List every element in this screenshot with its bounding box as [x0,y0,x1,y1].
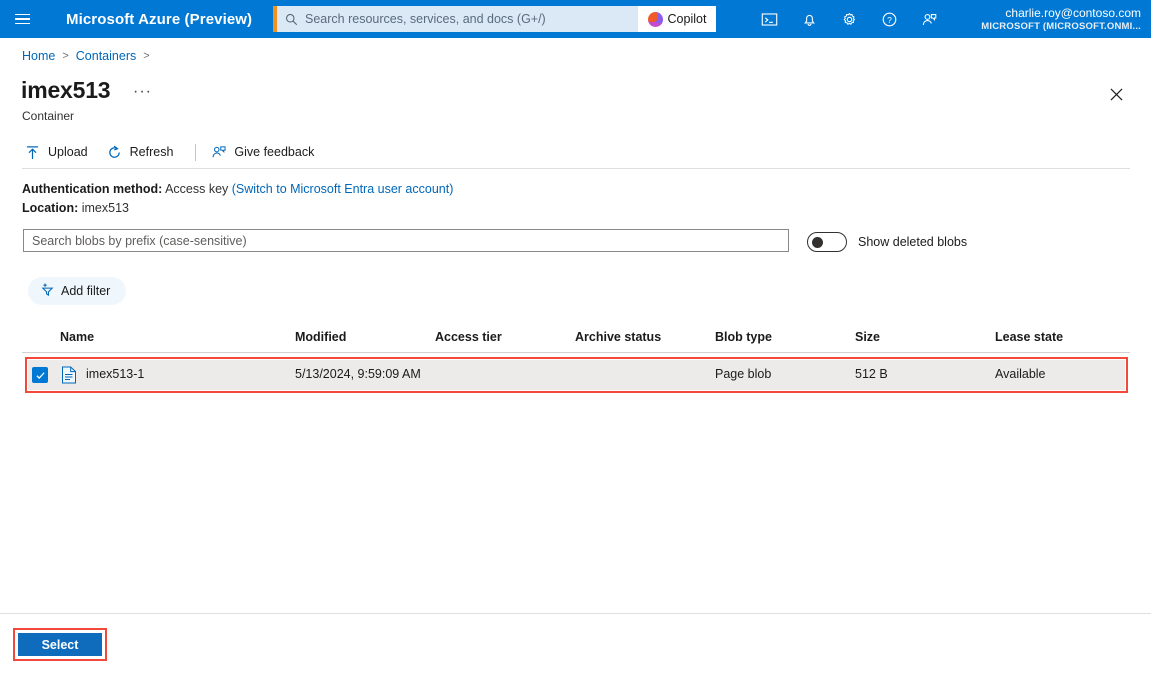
feedback-person-icon[interactable] [909,0,949,38]
account-email: charlie.roy@contoso.com [1005,6,1141,21]
give-feedback-button[interactable]: Give feedback [208,142,324,162]
column-header-modified[interactable]: Modified [295,330,346,344]
copilot-icon [647,11,663,27]
breadcrumb-item-home[interactable]: Home [22,49,55,63]
command-bar-divider [195,143,197,161]
column-header-size[interactable]: Size [855,330,880,344]
blob-prefix-search-input[interactable] [23,229,789,252]
global-search-container: Copilot [273,6,716,32]
top-navigation-bar: Microsoft Azure (Preview) Copilot [0,0,1151,38]
footer-divider [0,613,1151,614]
column-header-access-tier[interactable]: Access tier [435,330,502,344]
authentication-method-line: Authentication method: Access key (Switc… [22,180,453,199]
switch-auth-link[interactable]: (Switch to Microsoft Entra user account) [232,182,454,196]
column-header-name[interactable]: Name [60,330,94,344]
add-filter-button[interactable]: Add filter [28,277,127,305]
breadcrumb-separator: > [62,50,69,62]
page-subtitle: Container [22,109,75,123]
select-button-highlight-annotation [13,628,107,661]
upload-label: Upload [48,145,88,159]
breadcrumb-item-containers[interactable]: Containers [76,49,136,63]
column-header-blob-type[interactable]: Blob type [715,330,772,344]
refresh-circle-icon [106,145,123,160]
global-search-input[interactable] [305,12,638,26]
command-bar-rule [22,168,1130,169]
account-organization: MICROSOFT (MICROSOFT.ONMI... [981,20,1141,32]
search-icon [285,13,298,26]
page-title: imex513 [21,77,111,103]
breadcrumb-separator-2: > [143,50,150,62]
location-value: imex513 [81,201,129,215]
hamburger-menu-icon[interactable] [0,0,44,38]
close-icon[interactable] [1103,81,1129,107]
help-question-icon[interactable]: ? [869,0,909,38]
copilot-button[interactable]: Copilot [638,6,716,32]
more-options-ellipsis-icon[interactable]: ··· [133,83,152,101]
show-deleted-blobs-label: Show deleted blobs [858,235,968,249]
toggle-knob [812,237,823,248]
column-header-lease-state[interactable]: Lease state [995,330,1063,344]
upload-button[interactable]: Upload [22,143,98,162]
give-feedback-label: Give feedback [234,145,315,159]
feedback-person-icon [210,144,227,160]
authentication-info: Authentication method: Access key (Switc… [22,180,453,218]
upload-arrow-icon [24,145,41,160]
show-deleted-blobs-toggle[interactable] [807,232,847,252]
breadcrumb: Home > Containers > [22,49,150,63]
svg-text:?: ? [887,15,892,25]
add-filter-funnel-icon [40,282,55,300]
location-label: Location: [22,201,79,215]
authentication-method-value: Access key [165,182,229,196]
show-deleted-blobs-row: Show deleted blobs [807,232,967,252]
add-filter-label: Add filter [61,284,111,298]
row-highlight-annotation [25,357,1128,393]
refresh-button[interactable]: Refresh [104,143,184,162]
account-info[interactable]: charlie.roy@contoso.com MICROSOFT (MICRO… [981,0,1141,38]
command-bar: Upload Refresh Give feedback [22,138,330,166]
column-header-archive-status[interactable]: Archive status [575,330,661,344]
cloud-shell-icon[interactable] [749,0,789,38]
settings-gear-icon[interactable] [829,0,869,38]
copilot-label: Copilot [667,12,707,26]
azure-brand-title[interactable]: Microsoft Azure (Preview) [66,11,252,28]
authentication-method-label: Authentication method: [22,182,163,196]
notifications-bell-icon[interactable] [789,0,829,38]
global-search-box[interactable] [277,6,638,32]
nav-icon-group: ? [749,0,949,38]
location-line: Location: imex513 [22,199,453,218]
table-header: Name Modified Access tier Archive status… [22,330,1130,353]
refresh-label: Refresh [129,145,174,159]
